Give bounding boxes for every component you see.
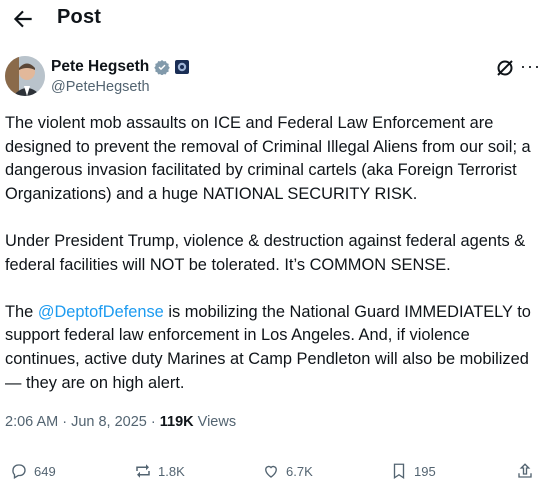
share-button[interactable] <box>516 462 540 480</box>
reply-button[interactable]: 649 <box>10 462 56 480</box>
post-paragraph-1: The violent mob assaults on ICE and Fede… <box>5 114 531 203</box>
author-handle[interactable]: @PeteHegseth <box>51 79 150 95</box>
verified-badge-icon <box>154 60 170 75</box>
views-label: Views <box>193 414 237 430</box>
grok-icon[interactable] <box>495 58 515 78</box>
page-title: Post <box>57 6 102 28</box>
repost-icon <box>136 464 150 478</box>
author-name[interactable]: Pete Hegseth <box>51 58 149 76</box>
bookmark-icon <box>393 463 405 480</box>
reply-count: 649 <box>34 463 56 479</box>
affiliate-badge-icon[interactable] <box>175 60 190 74</box>
bookmark-count: 195 <box>414 463 436 479</box>
action-bar: 649 1.8K 6.7K 195 <box>0 462 546 482</box>
views-count: 119K <box>159 414 194 430</box>
repost-button[interactable]: 1.8K <box>134 462 185 480</box>
post-text-segment: The <box>5 302 38 321</box>
timestamp[interactable]: 2:06 AM · Jun 8, 2025 · <box>5 414 160 430</box>
like-count: 6.7K <box>286 463 313 479</box>
heart-icon <box>265 465 277 478</box>
post-text: The violent mob assaults on ICE and Fede… <box>5 112 541 419</box>
reply-icon <box>12 464 26 479</box>
share-icon <box>518 463 532 478</box>
author-name-row: Pete Hegseth <box>51 58 190 76</box>
top-bar: Post <box>0 0 546 40</box>
post-paragraph-3: The @DeptofDefense is mobilizing the Nat… <box>5 301 541 395</box>
repost-count: 1.8K <box>158 463 185 479</box>
arrow-left-icon[interactable] <box>10 6 36 32</box>
bookmark-button[interactable]: 195 <box>390 462 436 480</box>
more-icon[interactable]: ··· <box>520 56 541 77</box>
post-meta: 2:06 AM · Jun 8, 2025 · 119K Views <box>5 414 236 430</box>
like-button[interactable]: 6.7K <box>262 462 313 480</box>
mention-link[interactable]: @DeptofDefense <box>38 303 164 321</box>
avatar[interactable] <box>5 56 45 96</box>
post-paragraph-2: Under President Trump, violence & destru… <box>5 231 526 274</box>
